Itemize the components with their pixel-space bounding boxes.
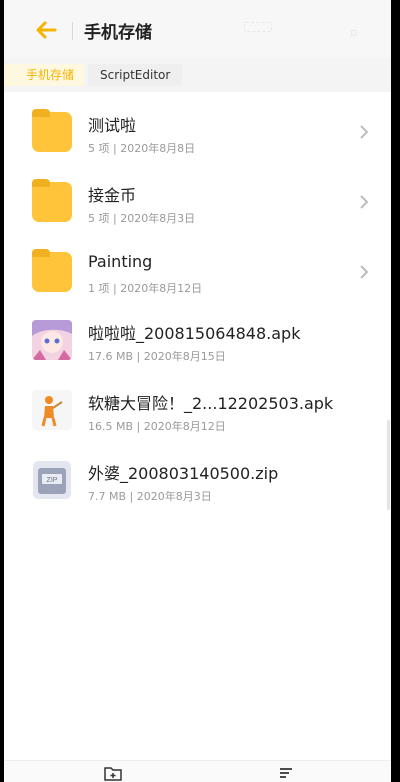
sort-icon[interactable] <box>277 765 295 781</box>
file-meta: 17.6 MB | 2020年8月15日 <box>88 350 226 363</box>
list-item-apk[interactable]: 软糖大冒险！_2...12202503.apk 16.5 MB | 2020年8… <box>4 378 391 442</box>
file-manager-screen: 手机存储 ⌕ 手机存储 ScriptEditor 测试啦 5 项 | 2020年… <box>4 0 391 782</box>
header-divider <box>72 22 73 40</box>
file-meta: 7.7 MB | 2020年8月3日 <box>88 490 212 503</box>
scrollbar[interactable] <box>387 420 390 510</box>
anime-app-thumbnail-icon <box>32 320 72 360</box>
breadcrumb-item-phone-storage[interactable]: 手机存储 <box>4 64 85 86</box>
faded-overlay-icon: ⌕ <box>349 22 360 43</box>
new-folder-icon[interactable] <box>104 765 122 781</box>
file-meta: 1 项 | 2020年8月12日 <box>88 282 203 295</box>
bottom-toolbar <box>4 760 391 782</box>
folder-icon <box>32 109 72 152</box>
folder-icon <box>32 249 72 292</box>
faded-overlay-mark <box>244 22 272 32</box>
arrow-left-icon <box>36 21 57 39</box>
game-character-icon <box>32 390 72 430</box>
zip-file-icon: ZIP <box>32 460 72 500</box>
file-name: 外婆_200803140500.zip <box>88 464 279 483</box>
list-item-folder[interactable]: 测试啦 5 项 | 2020年8月8日 <box>4 100 391 164</box>
file-meta: 16.5 MB | 2020年8月12日 <box>88 420 226 433</box>
svg-text:ZIP: ZIP <box>47 477 58 484</box>
list-item-folder[interactable]: 接金币 5 项 | 2020年8月3日 <box>4 170 391 234</box>
file-name: 啦啦啦_200815064848.apk <box>88 324 301 343</box>
breadcrumb: 手机存储 ScriptEditor <box>4 58 391 92</box>
chevron-right-icon <box>360 125 369 139</box>
list-item-zip[interactable]: ZIP 外婆_200803140500.zip 7.7 MB | 2020年8月… <box>4 448 391 512</box>
file-meta: 5 项 | 2020年8月3日 <box>88 212 196 225</box>
chevron-right-icon <box>360 265 369 279</box>
app-header: 手机存储 ⌕ <box>4 0 391 58</box>
file-meta: 5 项 | 2020年8月8日 <box>88 142 196 155</box>
list-item-apk[interactable]: 啦啦啦_200815064848.apk 17.6 MB | 2020年8月15… <box>4 308 391 372</box>
list-item-folder[interactable]: Painting 1 项 | 2020年8月12日 <box>4 240 391 304</box>
back-button[interactable] <box>32 18 60 42</box>
page-title: 手机存储 <box>84 23 152 43</box>
file-name: Painting <box>88 252 153 271</box>
chevron-right-icon <box>360 195 369 209</box>
file-name: 测试啦 <box>88 116 137 135</box>
file-name: 软糖大冒险！_2...12202503.apk <box>88 394 334 413</box>
file-name: 接金币 <box>88 186 137 205</box>
breadcrumb-item-scripteditor[interactable]: ScriptEditor <box>88 64 183 86</box>
folder-icon <box>32 179 72 222</box>
